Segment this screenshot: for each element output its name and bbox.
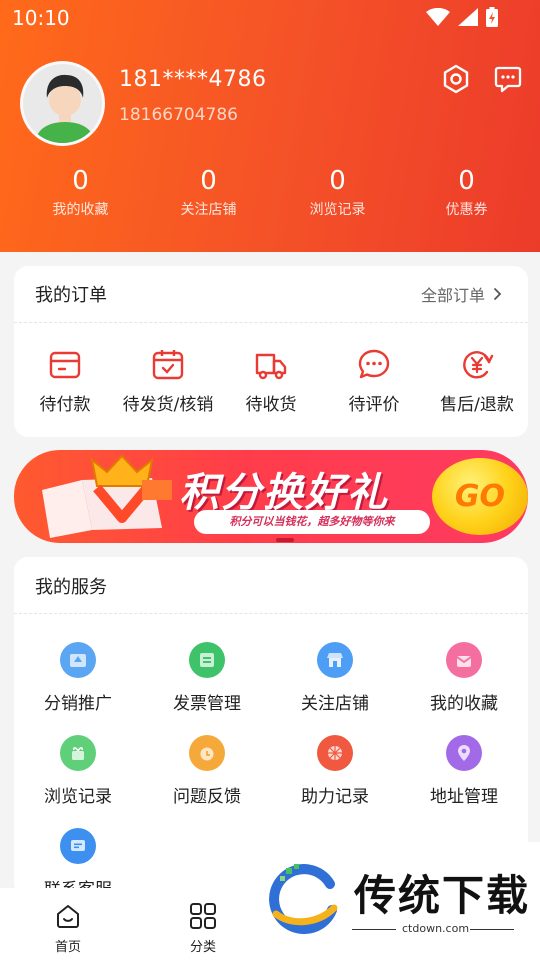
service-label: 关注店铺 xyxy=(301,694,369,714)
feedback-icon xyxy=(189,735,225,771)
stat-history[interactable]: 0 浏览记录 xyxy=(270,165,405,219)
service-label: 问题反馈 xyxy=(173,787,241,807)
watermark-line-right xyxy=(470,929,514,930)
home-icon xyxy=(57,905,79,928)
gift-box-icon xyxy=(42,454,172,538)
order-label: 待发货/核销 xyxy=(122,395,214,415)
stat-value: 0 xyxy=(329,166,346,196)
username: 181****4786 xyxy=(119,67,267,92)
orders-title: 我的订单 xyxy=(35,285,107,306)
order-label: 待付款 xyxy=(39,395,91,415)
stat-value: 0 xyxy=(200,166,217,196)
watermark-line-left xyxy=(352,929,396,930)
invoice-icon xyxy=(189,642,225,678)
order-pending-receipt[interactable]: 待收货 xyxy=(211,348,331,415)
message-icon[interactable] xyxy=(493,64,523,94)
order-pending-payment[interactable]: 待付款 xyxy=(5,348,125,415)
order-label: 待收货 xyxy=(245,395,297,415)
stat-value: 0 xyxy=(458,166,475,196)
profile-header: 10:10 181****4786 18166704786 0 我的收藏 0 关… xyxy=(0,0,540,252)
favorite-icon xyxy=(446,642,482,678)
status-time: 10:10 xyxy=(12,6,70,30)
watermark-logo-icon xyxy=(269,864,338,935)
avatar[interactable] xyxy=(20,61,105,146)
order-label: 待评价 xyxy=(348,395,400,415)
stat-label: 关注店铺 xyxy=(180,202,237,218)
service-label: 我的收藏 xyxy=(430,694,498,714)
stats-row: 0 我的收藏 0 关注店铺 0 浏览记录 0 优惠券 xyxy=(0,165,540,219)
service-label: 浏览记录 xyxy=(44,787,112,807)
order-pending-review[interactable]: 待评价 xyxy=(314,348,434,415)
assist-icon xyxy=(317,735,353,771)
battery-charging-icon xyxy=(486,7,498,27)
order-pending-shipment[interactable]: 待发货/核销 xyxy=(108,348,228,415)
customer-service-icon xyxy=(60,828,96,864)
history-icon xyxy=(60,735,96,771)
banner-subtitle: 积分可以当钱花，超多好物等你来 xyxy=(194,510,430,534)
cell-signal-icon xyxy=(458,8,478,26)
tab-label: 分类 xyxy=(189,940,216,955)
location-icon xyxy=(446,735,482,771)
wifi-icon xyxy=(426,8,450,26)
store-icon xyxy=(317,642,353,678)
all-orders-label: 全部订单 xyxy=(420,286,485,305)
distribution-icon xyxy=(60,642,96,678)
orders-divider xyxy=(14,322,528,323)
service-label: 地址管理 xyxy=(430,787,498,807)
wallet-icon xyxy=(49,351,81,379)
service-distribution[interactable]: 分销推广 xyxy=(14,642,142,714)
service-assist-records[interactable]: 助力记录 xyxy=(271,735,399,807)
service-history[interactable]: 浏览记录 xyxy=(14,735,142,807)
service-followed-stores[interactable]: 关注店铺 xyxy=(271,642,399,714)
refund-icon xyxy=(463,351,494,379)
status-bar: 10:10 xyxy=(0,0,540,36)
calendar-check-icon xyxy=(152,350,184,380)
category-icon xyxy=(190,903,216,929)
tab-home[interactable]: 首页 xyxy=(28,902,108,955)
service-invoice[interactable]: 发票管理 xyxy=(143,642,271,714)
order-label: 售后/退款 xyxy=(440,395,514,415)
services-divider xyxy=(14,613,528,614)
service-label: 发票管理 xyxy=(173,694,241,714)
stat-coupons[interactable]: 0 优惠券 xyxy=(399,165,534,219)
service-address[interactable]: 地址管理 xyxy=(400,735,528,807)
watermark-url: ctdown.com xyxy=(402,922,470,935)
service-label: 分销推广 xyxy=(44,694,112,714)
chat-bubble-icon xyxy=(358,349,390,379)
status-icons xyxy=(426,7,498,27)
tab-label: 首页 xyxy=(54,940,81,955)
banner-go-button[interactable]: GO xyxy=(432,458,528,535)
tab-category[interactable]: 分类 xyxy=(163,902,243,955)
points-banner[interactable]: 积分换好礼 积分可以当钱花，超多好物等你来 GO xyxy=(14,450,528,543)
watermark: 传统下载 ctdown.com xyxy=(262,842,540,960)
service-favorites[interactable]: 我的收藏 xyxy=(400,642,528,714)
chevron-right-icon xyxy=(493,287,502,301)
service-label: 助力记录 xyxy=(301,787,369,807)
service-feedback[interactable]: 问题反馈 xyxy=(143,735,271,807)
stat-favorites[interactable]: 0 我的收藏 xyxy=(13,165,148,219)
stat-label: 浏览记录 xyxy=(309,202,366,218)
default-avatar-icon xyxy=(34,74,96,143)
stat-label: 优惠券 xyxy=(445,202,488,218)
watermark-text: 传统下载 xyxy=(354,871,531,920)
banner-indicator xyxy=(276,538,294,542)
user-phone: 18166704786 xyxy=(119,105,238,125)
services-title: 我的服务 xyxy=(35,577,107,598)
stat-value: 0 xyxy=(72,166,89,196)
truck-icon xyxy=(255,353,287,380)
all-orders-link[interactable]: 全部订单 xyxy=(421,282,502,306)
settings-icon[interactable] xyxy=(441,64,471,94)
stat-followed-stores[interactable]: 0 关注店铺 xyxy=(141,165,276,219)
stat-label: 我的收藏 xyxy=(52,202,109,218)
order-after-sales[interactable]: 售后/退款 xyxy=(417,348,537,415)
